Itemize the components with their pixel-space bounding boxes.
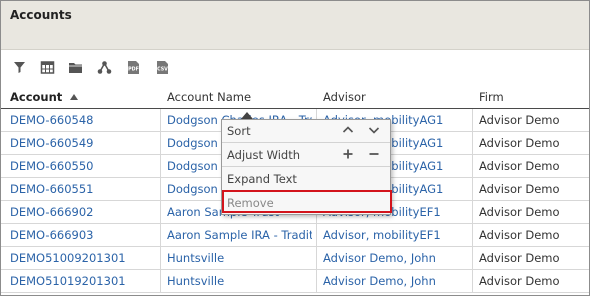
column-divider [472, 109, 473, 132]
column-divider [316, 247, 317, 270]
account-link[interactable]: DEMO-660550 [10, 159, 93, 173]
filter-icon[interactable] [12, 60, 27, 75]
accounts-window: Accounts PDF CSV Account Account Name Ad… [0, 0, 590, 296]
account-link[interactable]: DEMO-660551 [10, 182, 93, 196]
account-name-link[interactable]: Huntsville [167, 251, 312, 265]
column-divider [160, 132, 161, 155]
table-header: Account Account Name Advisor Firm [1, 87, 589, 109]
remove-highlight-box [222, 190, 392, 213]
column-divider [472, 155, 473, 178]
column-divider [160, 224, 161, 247]
column-divider [160, 270, 161, 293]
column-divider [160, 178, 161, 201]
menu-item-label: Sort [227, 124, 251, 138]
column-divider [472, 224, 473, 247]
menu-item-adjust-width[interactable]: Adjust Width [222, 144, 390, 167]
column-divider [472, 132, 473, 155]
column-label: Account [10, 90, 63, 104]
table-row[interactable]: DEMO51009201301 Huntsville Advisor Demo, J… [1, 247, 589, 270]
menu-item-label: Adjust Width [227, 148, 301, 162]
csv-icon-label: CSV [157, 67, 168, 73]
menu-item-label: Expand Text [227, 172, 297, 186]
column-divider [472, 270, 473, 293]
table-row[interactable]: DEMO-666903 Aaron Sample IRA - Traditiona… [1, 224, 589, 247]
firm-cell: Advisor Demo [479, 113, 560, 127]
account-link[interactable]: DEMO-660549 [10, 136, 93, 150]
column-divider [472, 178, 473, 201]
table-icon[interactable] [40, 60, 55, 75]
account-link[interactable]: DEMO-660548 [10, 113, 93, 127]
account-link[interactable]: DEMO-666903 [10, 228, 93, 242]
column-header-advisor[interactable]: Advisor [323, 90, 366, 104]
page-header: Accounts [1, 1, 589, 50]
column-divider [472, 247, 473, 270]
menu-item-sort[interactable]: Sort [222, 120, 390, 143]
column-divider [316, 224, 317, 247]
column-divider [160, 247, 161, 270]
sort-ascending-chevron-icon[interactable] [341, 123, 355, 137]
pdf-icon[interactable]: PDF [126, 60, 141, 75]
advisor-link[interactable]: Advisor Demo, John [323, 274, 468, 288]
firm-cell: Advisor Demo [479, 205, 560, 219]
menu-caret-icon [241, 112, 253, 119]
account-name-link[interactable]: Aaron Sample IRA - Traditional [167, 228, 312, 242]
table-row[interactable]: DEMO51019201301 Huntsville Advisor Demo, J… [1, 270, 589, 293]
minus-icon[interactable] [367, 147, 381, 161]
column-divider [160, 155, 161, 178]
firm-cell: Advisor Demo [479, 136, 560, 150]
advisor-link[interactable]: Advisor Demo, John [323, 251, 468, 265]
column-header-account[interactable]: Account [10, 90, 79, 104]
page-title: Accounts [10, 8, 72, 22]
folder-icon[interactable] [68, 60, 83, 75]
firm-cell: Advisor Demo [479, 182, 560, 196]
firm-cell: Advisor Demo [479, 251, 560, 265]
pdf-icon-label: PDF [128, 67, 139, 73]
account-link[interactable]: DEMO51019201301 [10, 274, 126, 288]
csv-icon[interactable]: CSV [155, 60, 170, 75]
column-divider [316, 270, 317, 293]
toolbar: PDF CSV [1, 51, 589, 85]
account-link[interactable]: DEMO51009201301 [10, 251, 126, 265]
column-divider [472, 201, 473, 224]
sort-descending-chevron-icon[interactable] [367, 123, 381, 137]
column-header-account-name[interactable]: Account Name [167, 90, 251, 104]
column-header-firm[interactable]: Firm [479, 90, 504, 104]
firm-cell: Advisor Demo [479, 228, 560, 242]
firm-cell: Advisor Demo [479, 274, 560, 288]
hierarchy-icon[interactable] [97, 60, 112, 75]
firm-cell: Advisor Demo [479, 159, 560, 173]
account-link[interactable]: DEMO-666902 [10, 205, 93, 219]
plus-icon[interactable] [341, 147, 355, 161]
sort-ascending-icon[interactable] [70, 94, 79, 100]
column-divider [160, 109, 161, 132]
menu-item-expand-text[interactable]: Expand Text [222, 168, 390, 191]
column-divider [160, 201, 161, 224]
advisor-link[interactable]: Advisor, mobilityEF1 [323, 228, 468, 242]
account-name-link[interactable]: Huntsville [167, 274, 312, 288]
